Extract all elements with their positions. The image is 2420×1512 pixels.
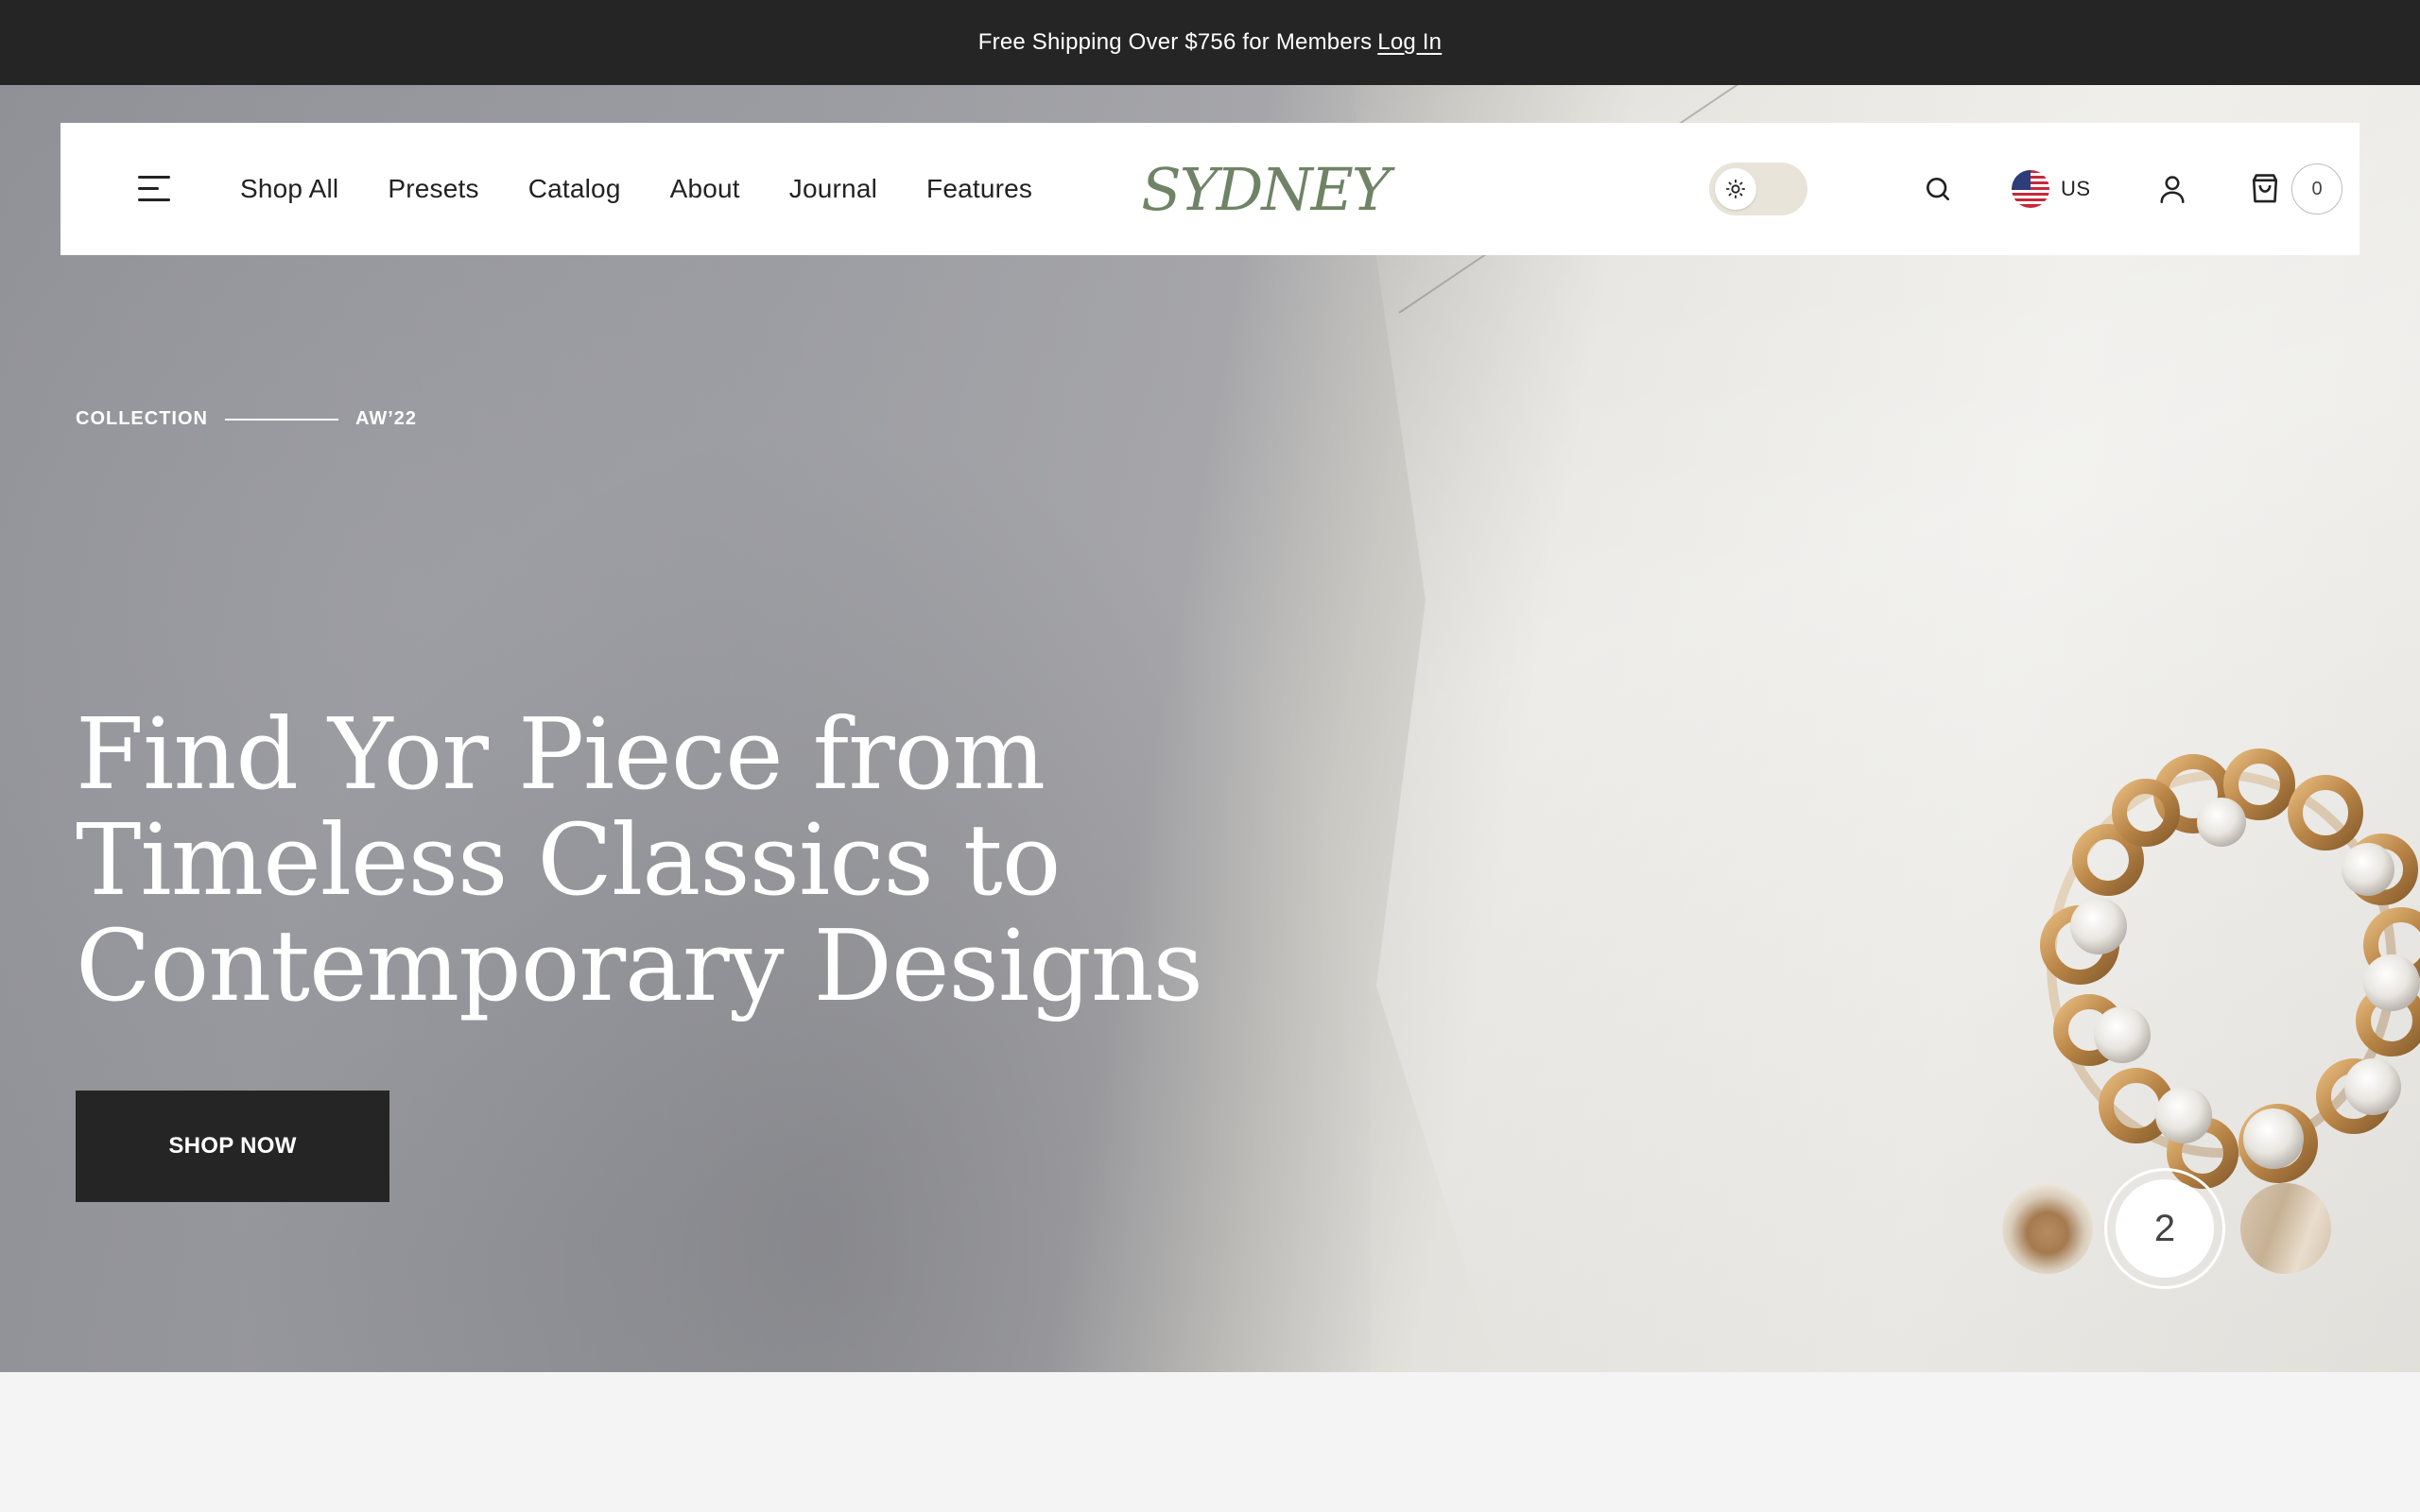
user-icon[interactable] bbox=[2153, 168, 2191, 210]
nav-shop-all[interactable]: Shop All bbox=[240, 174, 338, 204]
eyebrow-divider bbox=[225, 418, 338, 421]
announcement-bar: Free Shipping Over $756 for Members Log … bbox=[0, 0, 2420, 85]
slide-indicator-active[interactable]: 2 bbox=[2104, 1168, 2225, 1289]
theme-toggle[interactable] bbox=[1709, 163, 1807, 215]
collection-eyebrow: COLLECTION AW’22 bbox=[76, 408, 417, 430]
search-icon[interactable] bbox=[1919, 170, 1957, 208]
locale-label: US bbox=[2061, 177, 2091, 200]
nav-presets[interactable]: Presets bbox=[388, 174, 478, 204]
pearl-bracelet-image bbox=[2040, 748, 2420, 1189]
eyebrow-collection: COLLECTION bbox=[76, 408, 208, 429]
cart-count-badge[interactable]: 0 bbox=[2291, 163, 2342, 215]
nav-about[interactable]: About bbox=[670, 174, 740, 204]
nav-features[interactable]: Features bbox=[926, 174, 1032, 204]
primary-menu: Shop All Presets Catalog About Journal F… bbox=[240, 123, 1032, 255]
announcement-text: Free Shipping Over $756 for Members bbox=[977, 29, 1373, 55]
locale-selector[interactable]: US bbox=[2012, 166, 2091, 212]
brand-logo[interactable]: SYDNEY bbox=[1141, 153, 1391, 225]
headline-line-1: Find Yor Piece from bbox=[76, 696, 1046, 812]
slide-thumbnail-1[interactable] bbox=[2002, 1183, 2093, 1274]
headline-line-3: Contemporary Designs bbox=[76, 908, 1203, 1023]
hamburger-menu-icon[interactable] bbox=[138, 176, 170, 202]
sun-icon bbox=[1715, 168, 1756, 210]
nav-journal[interactable]: Journal bbox=[789, 174, 877, 204]
us-flag-icon bbox=[2012, 170, 2049, 208]
main-navigation: Shop All Presets Catalog About Journal F… bbox=[60, 123, 2360, 255]
slide-thumbnail-3[interactable] bbox=[2240, 1183, 2331, 1274]
shopping-bag-icon[interactable] bbox=[2246, 168, 2284, 210]
hero-headline: Find Yor Piece from Timeless Classics to… bbox=[76, 701, 1399, 1019]
shop-now-button[interactable]: SHOP NOW bbox=[76, 1091, 389, 1202]
headline-line-2: Timeless Classics to bbox=[76, 802, 1061, 918]
active-slide-number: 2 bbox=[2116, 1179, 2214, 1278]
nav-catalog[interactable]: Catalog bbox=[528, 174, 621, 204]
eyebrow-season: AW’22 bbox=[355, 408, 418, 429]
login-link[interactable]: Log In bbox=[1377, 29, 1442, 56]
